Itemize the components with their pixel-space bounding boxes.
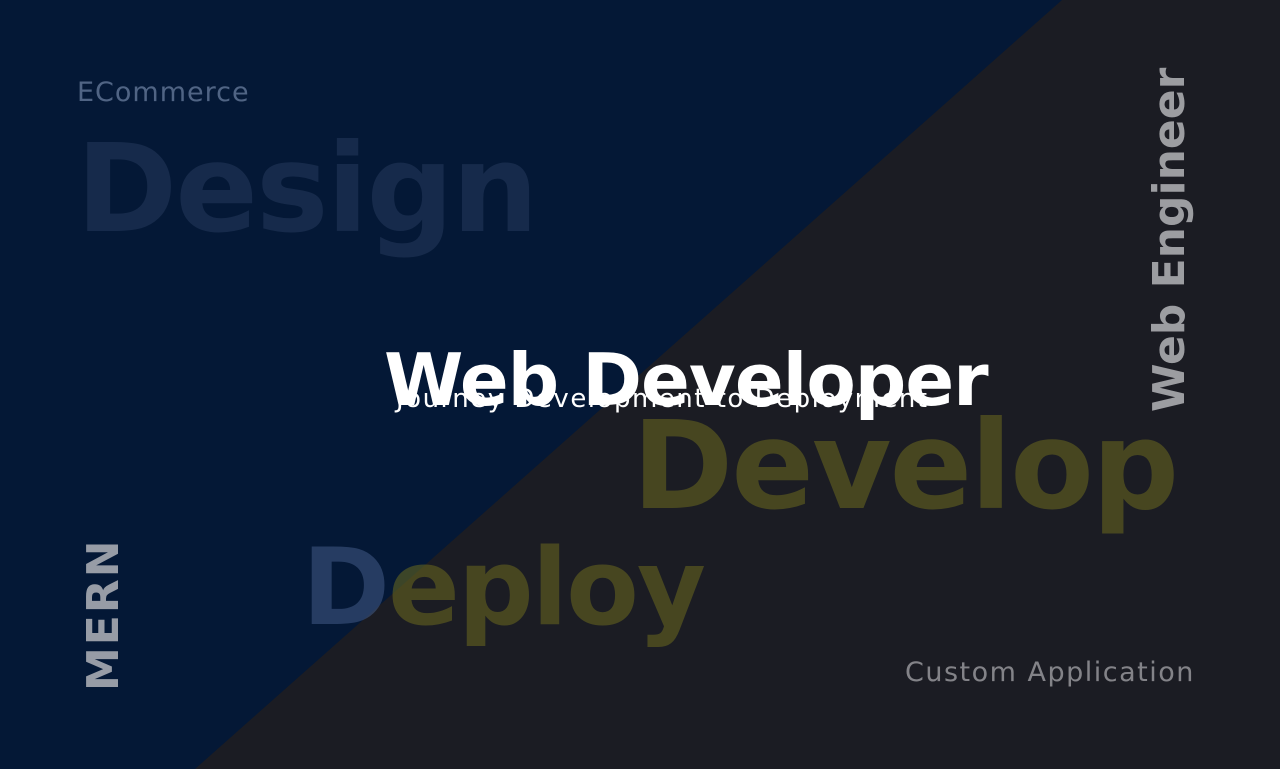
web-developer-banner: ECommerce Design Develop Deploy Web Deve…	[0, 0, 1280, 769]
deploy-rest-letters: eploy	[388, 526, 706, 649]
page-subtitle: Journey Development to Deployment	[396, 384, 929, 414]
web-engineer-vertical-label: Web Engineer	[1144, 67, 1195, 412]
design-watermark: Design	[76, 118, 539, 260]
deploy-watermark: Deploy	[302, 535, 706, 641]
mern-vertical-label: MERN	[78, 538, 129, 691]
ecommerce-label: ECommerce	[77, 77, 250, 108]
custom-application-label: Custom Application	[905, 657, 1195, 688]
develop-watermark: Develop	[632, 395, 1179, 537]
deploy-first-letter: D	[302, 526, 390, 649]
